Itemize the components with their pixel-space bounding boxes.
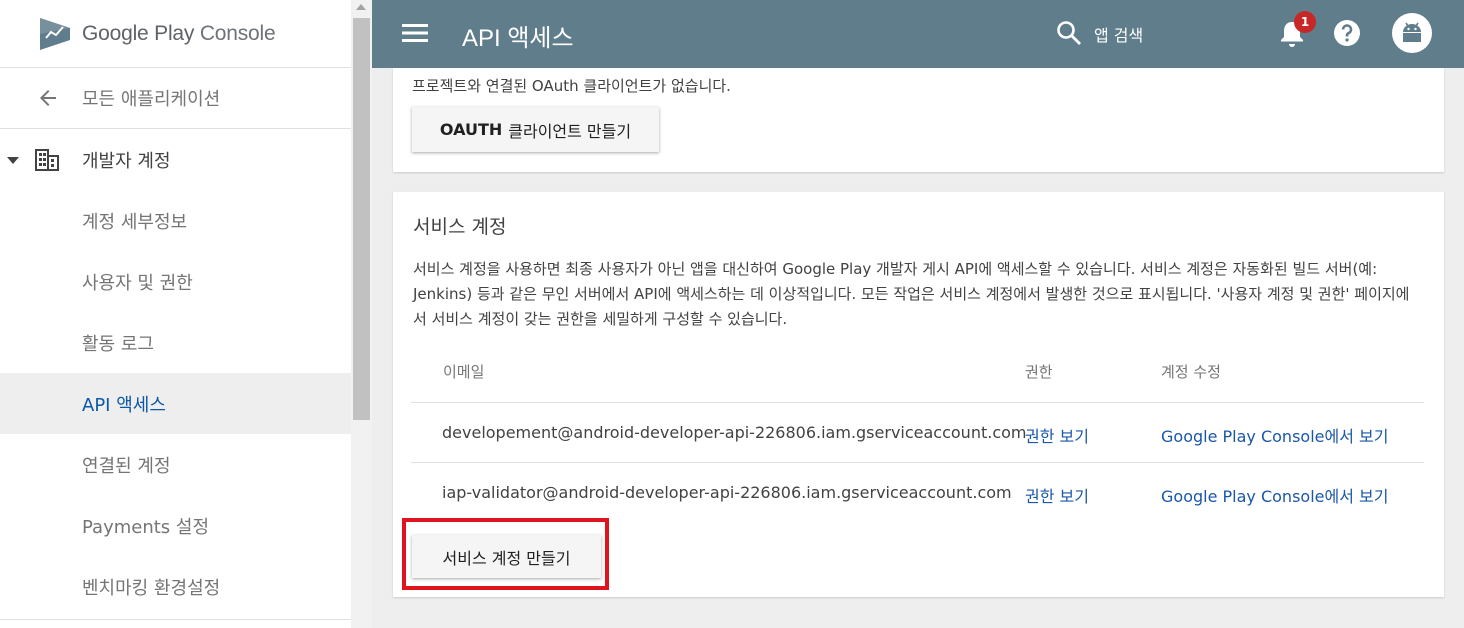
search-input[interactable]: 앱 검색 xyxy=(1094,22,1143,46)
scrollbar-thumb[interactable] xyxy=(353,18,370,420)
help-icon[interactable] xyxy=(1333,19,1361,47)
view-permissions-link[interactable]: 권한 보기 xyxy=(1025,423,1089,447)
sidebar: Google Play Console 모든 애플리케이션 개발자 계정 계정 … xyxy=(0,0,351,628)
notification-badge: 1 xyxy=(1294,11,1316,33)
sidebar-item-users-permissions[interactable]: 사용자 및 권한 xyxy=(0,251,351,312)
view-in-console-link[interactable]: Google Play Console에서 보기 xyxy=(1161,423,1388,447)
section-title: 서비스 계정 xyxy=(413,216,507,238)
sidebar-item-api-access[interactable]: API 액세스 xyxy=(0,373,351,434)
sidebar-item-label: 사용자 및 권한 xyxy=(82,272,193,294)
menu-icon[interactable] xyxy=(402,22,428,44)
caret-down-icon xyxy=(7,156,19,164)
sidebar-item-payments-settings[interactable]: Payments 설정 xyxy=(0,495,351,556)
view-permissions-link[interactable]: 권한 보기 xyxy=(1025,483,1089,507)
oauth-empty-message: 프로젝트와 연결된 OAuth 클라이언트가 없습니다. xyxy=(412,77,731,95)
sidebar-item-benchmarking[interactable]: 벤치마킹 환경설정 xyxy=(0,556,351,617)
back-arrow-icon xyxy=(40,90,56,106)
logo[interactable]: Google Play Console xyxy=(0,0,351,68)
sidebar-item-linked-accounts[interactable]: 연결된 계정 xyxy=(0,434,351,495)
developer-account-group[interactable]: 개발자 계정 xyxy=(0,129,351,190)
button-label: 클라이언트 만들기 xyxy=(508,121,632,141)
sidebar-item-account-details[interactable]: 계정 세부정보 xyxy=(0,190,351,251)
play-console-logo-icon xyxy=(40,17,70,50)
logo-text: Google Play Console xyxy=(82,21,276,45)
back-label: 모든 애플리케이션 xyxy=(82,89,221,110)
view-in-console-link[interactable]: Google Play Console에서 보기 xyxy=(1161,483,1388,507)
top-app-bar: API 액세스 앱 검색 1 xyxy=(372,0,1464,68)
search-icon[interactable] xyxy=(1056,20,1082,46)
section-description: 서비스 계정을 사용하면 최종 사용자가 아닌 앱을 대신하여 Google P… xyxy=(413,260,1410,328)
button-label-bold: OAUTH xyxy=(439,120,503,139)
sidebar-item-label: 계정 세부정보 xyxy=(82,211,188,233)
sidebar-item-label: API 액세스 xyxy=(82,394,166,416)
back-to-all-apps[interactable]: 모든 애플리케이션 xyxy=(0,68,351,129)
row-divider xyxy=(411,402,1424,403)
sidebar-item-activity-log[interactable]: 활동 로그 xyxy=(0,312,351,373)
avatar[interactable] xyxy=(1392,13,1432,53)
sidebar-item-label: 활동 로그 xyxy=(82,333,154,355)
sidebar-scrollbar[interactable] xyxy=(351,0,372,628)
service-account-email: developement@android-developer-api-22680… xyxy=(442,423,1027,442)
column-header-edit: 계정 수정 xyxy=(1161,363,1221,381)
sidebar-item-label: Payments 설정 xyxy=(82,516,210,538)
scroll-up-icon[interactable] xyxy=(356,4,366,10)
sidebar-divider xyxy=(0,619,351,620)
oauth-card: 프로젝트와 연결된 OAuth 클라이언트가 없습니다. OAUTH 클라이언트 … xyxy=(393,68,1444,172)
building-icon xyxy=(35,148,59,171)
service-account-email: iap-validator@android-developer-api-2268… xyxy=(442,483,1012,502)
column-header-permission: 권한 xyxy=(1025,363,1053,381)
sidebar-item-label: 벤치마킹 환경설정 xyxy=(82,577,221,599)
highlight-box xyxy=(402,518,609,590)
column-header-email: 이메일 xyxy=(443,363,485,381)
group-label: 개발자 계정 xyxy=(82,150,171,172)
create-oauth-client-button[interactable]: OAUTH 클라이언트 만들기 xyxy=(412,107,659,152)
android-avatar-icon xyxy=(1403,22,1421,42)
sidebar-item-label: 연결된 계정 xyxy=(82,455,171,477)
row-divider xyxy=(411,462,1424,463)
page-title: API 액세스 xyxy=(462,25,574,52)
